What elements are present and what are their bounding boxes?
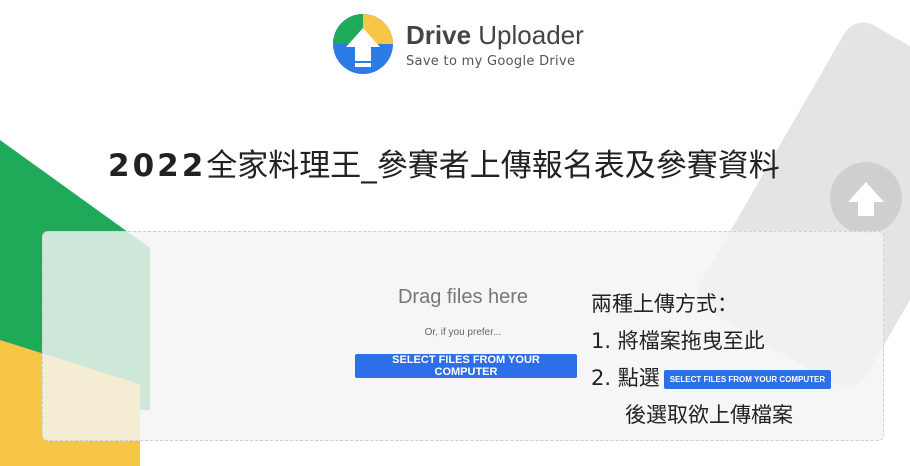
- select-files-button[interactable]: SELECT FILES FROM YOUR COMPUTER: [355, 354, 577, 378]
- brand-title-bold: Drive: [406, 19, 472, 50]
- instructions-heading: 兩種上傳方式：: [591, 292, 738, 316]
- instructions-step-1: 1. 將檔案拖曳至此: [591, 329, 765, 353]
- brand: Drive Uploader Save to my Google Drive: [406, 20, 584, 69]
- page-title-year: 2022: [108, 148, 207, 184]
- page-title-text: 全家料理王_參賽者上傳報名表及參賽資料: [206, 148, 780, 184]
- instructions-button-image: SELECT FILES FROM YOUR COMPUTER: [663, 369, 832, 389]
- file-drop-zone[interactable]: Drag files here Or, if you prefer... SEL…: [42, 231, 884, 441]
- app-header: Drive Uploader Save to my Google Drive: [332, 12, 584, 76]
- upload-instructions: 兩種上傳方式： 1. 將檔案拖曳至此 2. 點選 SELECT FILES FRO…: [591, 286, 881, 434]
- background-logo-icon: [830, 162, 902, 234]
- drive-uploader-logo-icon: [333, 14, 393, 74]
- instructions-step-2: 2. 點選 SELECT FILES FROM YOUR COMPUTER: [591, 360, 881, 397]
- brand-title: Drive Uploader: [406, 20, 584, 50]
- page-title: 2022全家料理王_參賽者上傳報名表及參賽資料: [108, 140, 828, 185]
- or-prefer-label: Or, if you prefer...: [424, 327, 502, 338]
- drag-files-label: Drag files here: [397, 286, 529, 308]
- brand-subtitle: Save to my Google Drive: [406, 53, 576, 69]
- instructions-step-2-prefix: 2. 點選: [591, 366, 660, 390]
- instructions-step-2-suffix: 後選取欲上傳檔案: [625, 403, 793, 427]
- brand-title-rest: Uploader: [471, 19, 584, 50]
